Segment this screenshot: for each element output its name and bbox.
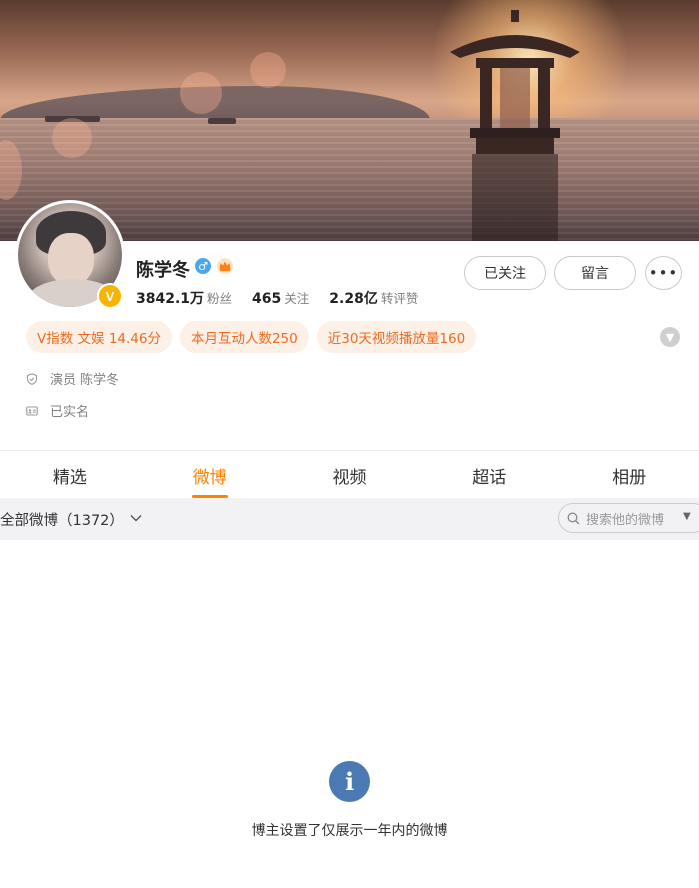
chevron-down-icon[interactable]: ▼ <box>660 327 680 347</box>
info-verified-identity: 已实名 <box>26 401 89 420</box>
info-occupation-text: 演员 陈学冬 <box>50 373 120 388</box>
stat-reposts-likes: 2.28亿 转评赞 <box>329 288 418 308</box>
verified-badge-icon: V <box>97 283 123 309</box>
visibility-notice: 博主设置了仅展示一年内的微博 <box>251 823 448 839</box>
shield-icon <box>26 372 38 385</box>
tag-monthly-interactions[interactable]: 本月互动人数250 <box>179 321 309 353</box>
search-icon <box>567 512 580 524</box>
tab-videos[interactable]: 视频 <box>280 452 420 498</box>
search-placeholder: 搜索他的微博 <box>586 512 665 528</box>
banner-bokeh <box>250 52 286 88</box>
more-options-button[interactable]: ••• <box>645 256 682 290</box>
info-verified-text: 已实名 <box>50 405 90 420</box>
tag-v-index[interactable]: V指数 文娱 14.46分 <box>26 321 172 353</box>
stat-label: 转评赞 <box>380 291 419 306</box>
banner-pagoda <box>450 10 580 241</box>
banner-bokeh <box>180 72 222 114</box>
tab-albums[interactable]: 相册 <box>559 452 699 498</box>
feed-filter-bar: 全部微博（1372） 搜索他的微博 ▼ <box>0 498 699 540</box>
info-occupation: 演员 陈学冬 <box>26 369 119 388</box>
id-card-icon <box>26 405 38 416</box>
tab-super-topics[interactable]: 超话 <box>419 452 559 498</box>
caret-down-icon[interactable]: ▼ <box>683 511 691 522</box>
followed-button[interactable]: 已关注 <box>464 256 546 290</box>
stat-following[interactable]: 465 关注 <box>252 288 309 308</box>
profile-name: 陈学冬 <box>136 260 190 281</box>
stat-number: 465 <box>252 291 282 307</box>
tab-weibo[interactable]: 微博 <box>140 452 280 498</box>
tag-video-plays[interactable]: 近30天视频播放量160 <box>316 321 477 353</box>
stat-number: 2.28亿 <box>329 291 378 307</box>
tab-featured[interactable]: 精选 <box>0 452 140 498</box>
stat-number: 3842.1万 <box>136 291 205 307</box>
stat-label: 粉丝 <box>207 291 233 306</box>
info-icon: i <box>329 761 370 802</box>
avatar-face <box>48 233 94 285</box>
search-weibo-field[interactable]: 搜索他的微博 ▼ <box>558 503 699 533</box>
section-divider <box>0 450 699 451</box>
crown-icon[interactable] <box>216 257 234 275</box>
stat-label: 关注 <box>284 291 310 306</box>
male-gender-icon: ♂ <box>195 258 211 274</box>
profile-stats: 3842.1万 粉丝 465 关注 2.28亿 转评赞 <box>136 288 418 308</box>
profile-tags: V指数 文娱 14.46分 本月互动人数250 近30天视频播放量160 <box>26 321 477 353</box>
banner-bokeh <box>52 118 92 158</box>
cover-banner <box>0 0 699 241</box>
message-button[interactable]: 留言 <box>554 256 636 290</box>
all-weibo-filter[interactable]: 全部微博（1372） <box>0 509 124 530</box>
banner-boat <box>208 118 236 124</box>
stat-followers[interactable]: 3842.1万 粉丝 <box>136 288 232 308</box>
profile-tabs: 精选 微博 视频 超话 相册 <box>0 452 699 498</box>
chevron-down-icon[interactable] <box>130 514 142 522</box>
